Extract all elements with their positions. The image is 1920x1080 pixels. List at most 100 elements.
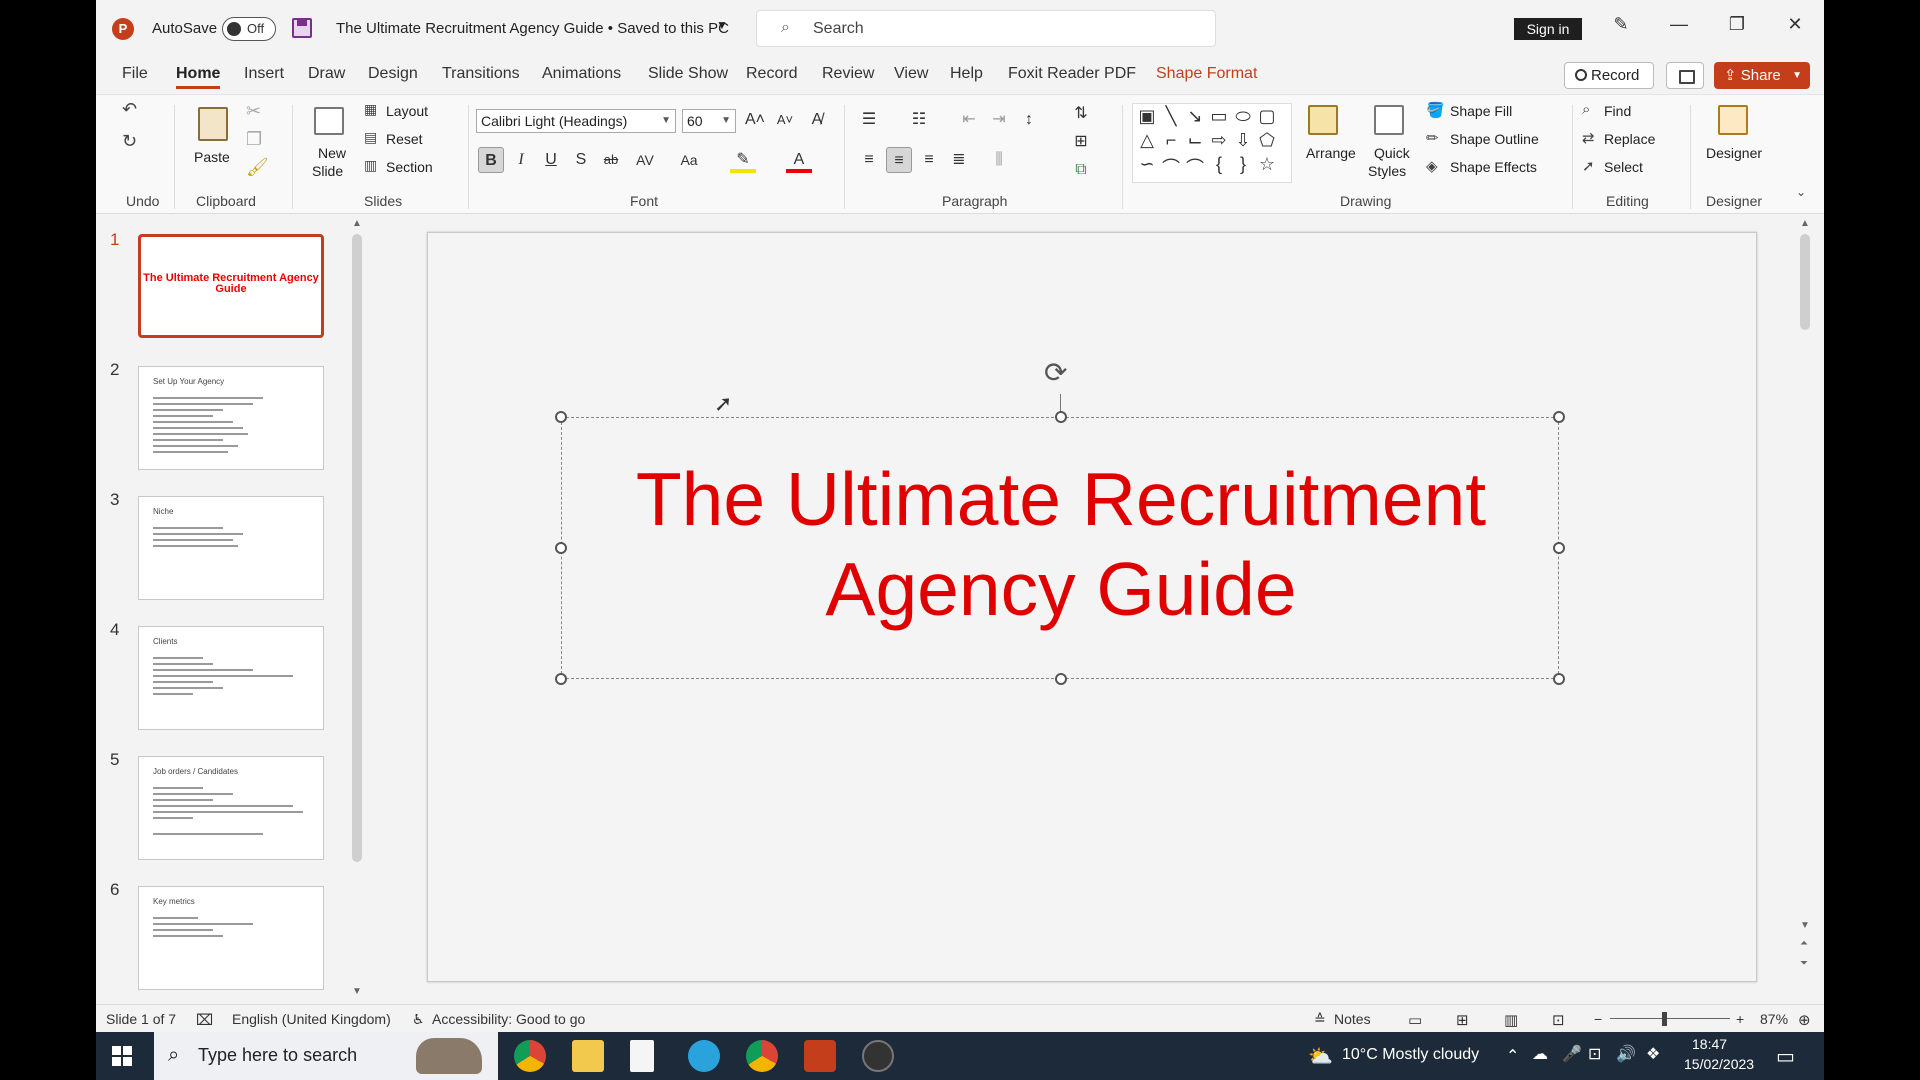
cut-icon[interactable]: ✂: [246, 101, 261, 122]
paste-button[interactable]: Paste: [194, 149, 230, 165]
tab-slide-show[interactable]: Slide Show: [648, 65, 728, 83]
select-button[interactable]: Select: [1604, 159, 1643, 175]
comments-button[interactable]: [1666, 62, 1704, 89]
slide-thumbnail-1[interactable]: The Ultimate Recruitment Agency Guide: [138, 234, 324, 338]
increase-indent-icon[interactable]: ⇥: [986, 107, 1012, 133]
slide-title-line-1[interactable]: The Ultimate Recruitment: [562, 454, 1560, 544]
curve-shape-icon[interactable]: ∽: [1135, 154, 1159, 175]
tab-help[interactable]: Help: [950, 65, 983, 83]
record-button[interactable]: Record: [1564, 62, 1654, 89]
file-explorer-icon[interactable]: [572, 1040, 604, 1072]
designer-icon[interactable]: [1718, 105, 1748, 135]
elbow-connector-shape-icon[interactable]: ⌙: [1183, 130, 1207, 151]
tab-review[interactable]: Review: [822, 65, 874, 83]
star-shape-icon[interactable]: ☆: [1255, 154, 1279, 175]
tab-design[interactable]: Design: [368, 65, 418, 83]
network-icon[interactable]: ⊡: [1588, 1044, 1601, 1064]
quick-styles-label-2[interactable]: Styles: [1368, 163, 1406, 179]
font-name-select[interactable]: Calibri Light (Headings) ▼: [476, 109, 676, 133]
text-direction-icon[interactable]: ⇅: [1068, 101, 1094, 127]
right-brace-shape-icon[interactable]: }: [1231, 154, 1255, 175]
designer-button[interactable]: Designer: [1706, 145, 1762, 161]
decrease-font-icon[interactable]: A˅: [772, 107, 798, 133]
telegram-icon[interactable]: [688, 1040, 720, 1072]
chevron-down-icon[interactable]: ▼: [716, 18, 728, 32]
shape-effects-button[interactable]: Shape Effects: [1450, 159, 1537, 175]
arrange-icon[interactable]: [1308, 105, 1338, 135]
resize-handle[interactable]: [1055, 673, 1067, 685]
quick-styles-icon[interactable]: [1374, 105, 1404, 135]
new-slide-label-2[interactable]: Slide: [312, 163, 343, 179]
textbox-shape-icon[interactable]: ▣: [1135, 106, 1159, 127]
save-icon[interactable]: [292, 18, 312, 38]
shape-fill-button[interactable]: Shape Fill: [1450, 103, 1512, 119]
align-center-icon[interactable]: ≡: [886, 147, 912, 173]
line-spacing-icon[interactable]: ↕: [1016, 107, 1042, 133]
microphone-icon[interactable]: 🎤: [1562, 1044, 1582, 1064]
zoom-out-icon[interactable]: −: [1594, 1011, 1602, 1027]
line-shape-icon[interactable]: ╲: [1159, 106, 1183, 127]
minimize-icon[interactable]: —: [1664, 14, 1694, 35]
scroll-up-icon[interactable]: ▲: [1800, 218, 1810, 229]
paste-icon[interactable]: [198, 107, 228, 141]
new-slide-label-1[interactable]: New: [318, 145, 346, 161]
redo-icon[interactable]: ↻: [122, 131, 137, 152]
clear-formatting-icon[interactable]: A̸: [804, 107, 830, 133]
tab-record[interactable]: Record: [746, 65, 798, 83]
freeform-shape-icon[interactable]: ⬠: [1255, 130, 1279, 151]
language-status[interactable]: English (United Kingdom): [232, 1011, 391, 1027]
resize-handle[interactable]: [555, 673, 567, 685]
show-hidden-icons-icon[interactable]: ⌃: [1506, 1046, 1519, 1066]
slide-thumbnail-4[interactable]: Clients: [138, 626, 324, 730]
curve-connector-shape-icon[interactable]: ⌒: [1183, 154, 1207, 180]
weather-icon[interactable]: ⛅: [1308, 1044, 1333, 1069]
tab-home[interactable]: Home: [176, 65, 221, 89]
tab-animations[interactable]: Animations: [542, 65, 621, 83]
columns-icon[interactable]: ⫼: [986, 147, 1012, 173]
zoom-slider-thumb[interactable]: [1662, 1012, 1667, 1026]
smartart-icon[interactable]: ⧉: [1068, 157, 1094, 183]
powerpoint-taskbar-icon[interactable]: [804, 1040, 836, 1072]
copy-icon[interactable]: ❐: [246, 129, 262, 150]
left-brace-shape-icon[interactable]: {: [1207, 154, 1231, 175]
chrome-profile-icon[interactable]: [746, 1040, 778, 1072]
dropbox-icon[interactable]: ❖: [1646, 1044, 1660, 1064]
replace-button[interactable]: Replace: [1604, 131, 1655, 147]
resize-handle[interactable]: [1553, 411, 1565, 423]
tab-draw[interactable]: Draw: [308, 65, 345, 83]
slide-thumbnail-2[interactable]: Set Up Your Agency: [138, 366, 324, 470]
windows-start-icon[interactable]: [112, 1046, 132, 1066]
zoom-slider[interactable]: [1610, 1018, 1730, 1019]
notepad-icon[interactable]: [630, 1040, 654, 1072]
normal-view-icon[interactable]: ▭: [1408, 1011, 1422, 1029]
next-slide-icon[interactable]: ⏷: [1800, 958, 1808, 969]
slide-title-line-2[interactable]: Agency Guide: [562, 544, 1560, 634]
resize-handle[interactable]: [1055, 411, 1067, 423]
section-button[interactable]: Section: [386, 159, 433, 175]
rounded-rectangle-shape-icon[interactable]: ▢: [1255, 106, 1279, 127]
shape-outline-button[interactable]: Shape Outline: [1450, 131, 1539, 147]
font-color-icon[interactable]: A: [786, 147, 812, 173]
tab-view[interactable]: View: [894, 65, 928, 83]
fit-to-window-icon[interactable]: ⊕: [1798, 1011, 1811, 1029]
reset-button[interactable]: Reset: [386, 131, 423, 147]
previous-slide-icon[interactable]: ⏶: [1800, 938, 1808, 949]
slide-thumbnail-6[interactable]: Key metrics: [138, 886, 324, 990]
justify-icon[interactable]: ≣: [946, 147, 972, 173]
title-textbox[interactable]: ⟳ The Ultimate Recruitment Agency Guide: [555, 357, 1565, 685]
slide-thumbnail-3[interactable]: Niche: [138, 496, 324, 600]
sign-in-button[interactable]: Sign in: [1514, 18, 1582, 40]
tab-file[interactable]: File: [122, 65, 148, 83]
tab-transitions[interactable]: Transitions: [442, 65, 520, 83]
pen-icon[interactable]: ✎: [1606, 14, 1636, 35]
spelling-icon[interactable]: ⌧: [196, 1011, 213, 1029]
numbering-icon[interactable]: ☷: [906, 107, 932, 133]
scroll-down-icon[interactable]: ▼: [1800, 920, 1810, 931]
slide-show-icon[interactable]: ⊡: [1552, 1011, 1565, 1029]
zoom-in-icon[interactable]: +: [1736, 1011, 1744, 1027]
italic-button[interactable]: I: [508, 147, 534, 173]
bullets-icon[interactable]: ☰: [856, 107, 882, 133]
new-slide-icon[interactable]: [314, 107, 344, 135]
notes-button[interactable]: Notes: [1334, 1011, 1371, 1027]
increase-font-icon[interactable]: A˄: [742, 107, 768, 133]
